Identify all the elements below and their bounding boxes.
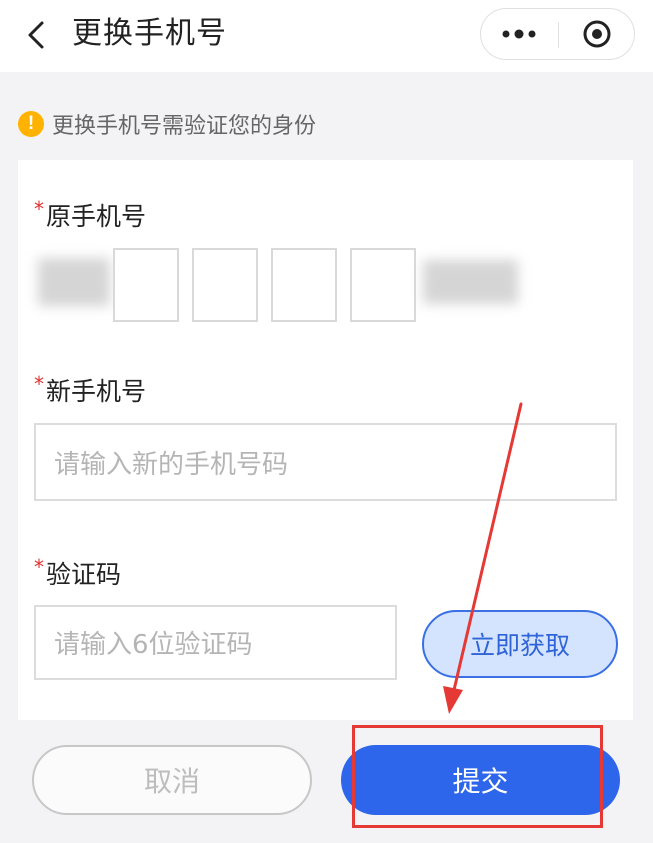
new-phone-input[interactable]: 请输入新的手机号码 xyxy=(34,423,617,501)
masked-phone-prefix xyxy=(38,258,110,306)
original-phone-label-text: 原手机号 xyxy=(46,202,147,231)
close-program-button[interactable] xyxy=(559,9,635,59)
required-mark: * xyxy=(34,197,44,221)
new-phone-placeholder: 请输入新的手机号码 xyxy=(54,449,289,480)
submit-button[interactable]: 提交 xyxy=(341,745,620,815)
back-button[interactable] xyxy=(22,18,50,52)
identity-notice: ! 更换手机号需验证您的身份 xyxy=(18,108,316,140)
masked-phone-suffix xyxy=(423,260,518,304)
new-phone-label: *新手机号 xyxy=(34,372,146,408)
page-title: 更换手机号 xyxy=(72,16,227,51)
new-phone-label-text: 新手机号 xyxy=(46,377,147,406)
get-code-button[interactable]: 立即获取 xyxy=(422,610,618,678)
mini-program-capsule xyxy=(480,8,635,60)
digit-input-2[interactable] xyxy=(192,248,258,322)
chevron-left-icon xyxy=(28,21,44,49)
form-card: *原手机号 *新手机号 请输入新的手机号码 *验证码 请输入6位验证码 立即获取 xyxy=(18,160,633,720)
original-phone-label: *原手机号 xyxy=(34,197,146,233)
required-mark: * xyxy=(34,372,44,396)
cancel-button[interactable]: 取消 xyxy=(32,745,312,815)
digit-input-1[interactable] xyxy=(113,248,179,322)
required-mark: * xyxy=(34,555,44,579)
digit-input-3[interactable] xyxy=(271,248,337,322)
nav-bar: 更换手机号 xyxy=(0,0,653,72)
verification-code-input[interactable]: 请输入6位验证码 xyxy=(34,605,397,680)
code-placeholder: 请输入6位验证码 xyxy=(54,630,253,660)
exclamation-icon: ! xyxy=(18,111,44,137)
notice-text: 更换手机号需验证您的身份 xyxy=(52,114,317,139)
code-label-text: 验证码 xyxy=(46,560,122,589)
original-phone-digits xyxy=(18,246,633,326)
more-button[interactable] xyxy=(481,9,557,59)
more-dots-icon xyxy=(502,29,536,39)
code-label: *验证码 xyxy=(34,555,121,591)
digit-input-4[interactable] xyxy=(350,248,416,322)
target-circle-icon xyxy=(583,20,611,48)
